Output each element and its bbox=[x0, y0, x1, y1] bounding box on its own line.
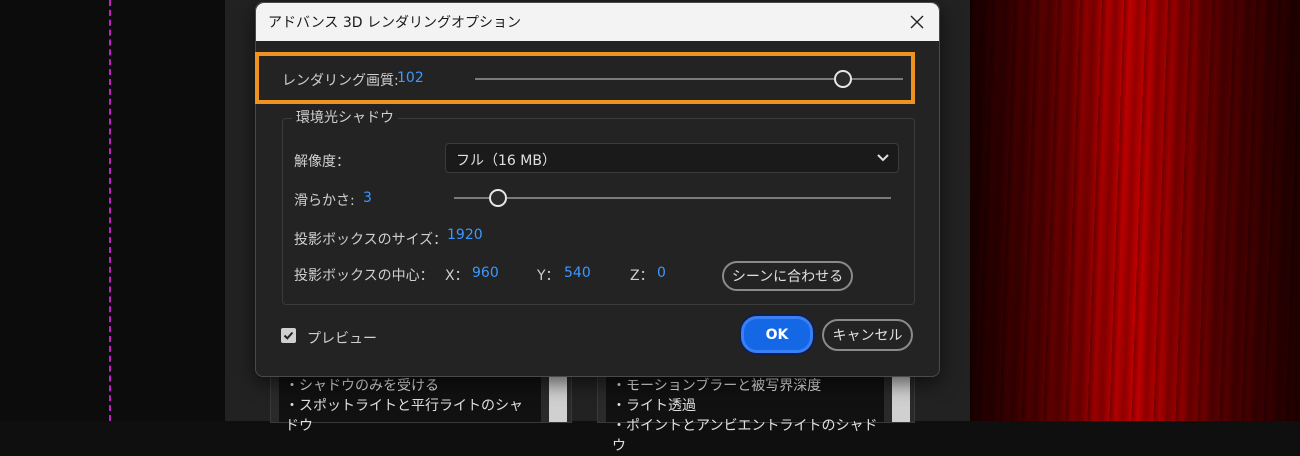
smoothness-value[interactable]: 3 bbox=[363, 190, 372, 206]
projection-box-center-label: 投影ボックスの中心： bbox=[294, 268, 434, 284]
scrollbar[interactable] bbox=[549, 376, 567, 422]
cancel-button[interactable]: キャンセル bbox=[822, 319, 913, 351]
guide-line bbox=[109, 0, 111, 421]
x-value[interactable]: 960 bbox=[472, 265, 499, 281]
close-button[interactable] bbox=[901, 7, 933, 37]
smoothness-slider-thumb[interactable] bbox=[488, 189, 507, 207]
chevron-down-icon bbox=[877, 154, 889, 162]
resolution-selected-value: フル（16 MB） bbox=[456, 153, 556, 169]
resolution-label: 解像度： bbox=[294, 154, 350, 170]
z-label: Z： bbox=[630, 268, 654, 284]
dialog-titlebar: アドバンス 3D レンダリングオプション bbox=[256, 3, 939, 41]
fit-scene-button[interactable]: シーンに合わせる bbox=[722, 261, 853, 291]
card-line: ・シャドウのみを受ける bbox=[285, 378, 439, 394]
background-card-right: ・モーションブラーと被写界深度 ・ライト透過 ・ポイントとアンビエントライトのシ… bbox=[597, 375, 915, 454]
close-icon bbox=[910, 15, 924, 29]
y-label: Y： bbox=[537, 268, 560, 284]
render-quality-label: レンダリング画質: bbox=[282, 73, 399, 89]
y-value[interactable]: 540 bbox=[564, 265, 591, 281]
z-value[interactable]: 0 bbox=[657, 265, 666, 281]
smoothness-label: 滑らかさ: bbox=[294, 193, 355, 209]
background-canvas bbox=[0, 0, 225, 421]
render-quality-value[interactable]: 102 bbox=[397, 70, 424, 86]
preview-label: プレビュー bbox=[307, 331, 377, 347]
projection-box-size-value[interactable]: 1920 bbox=[447, 227, 483, 243]
card-line: ・ライト透過 bbox=[612, 398, 696, 414]
card-line: ・スポットライトと平行ライトのシャドウ bbox=[285, 398, 523, 434]
resolution-select[interactable]: フル（16 MB） bbox=[445, 143, 899, 173]
card-line: ・モーションブラーと被写界深度 bbox=[612, 378, 822, 394]
render-quality-slider-thumb[interactable] bbox=[834, 70, 853, 88]
check-icon bbox=[283, 331, 294, 340]
dialog-title: アドバンス 3D レンダリングオプション bbox=[268, 15, 522, 31]
card-line: ・ポイントとアンビエントライトのシャドウ bbox=[612, 418, 878, 454]
preview-checkbox[interactable] bbox=[281, 328, 296, 343]
advanced-3d-render-dialog: アドバンス 3D レンダリングオプション レンダリング画質: 102 環境光シャ… bbox=[255, 2, 940, 377]
background-card-left: ・シャドウのみを受ける ・スポットライトと平行ライトのシャドウ bbox=[270, 375, 572, 434]
smoothness-slider[interactable] bbox=[454, 197, 891, 199]
x-label: X： bbox=[445, 268, 469, 284]
ok-button[interactable]: OK bbox=[741, 316, 813, 353]
background-red-image bbox=[970, 0, 1300, 421]
scrollbar[interactable] bbox=[892, 376, 910, 422]
ambient-shadow-title: 環境光シャドウ bbox=[292, 107, 398, 127]
projection-box-size-label: 投影ボックスのサイズ： bbox=[294, 232, 448, 248]
